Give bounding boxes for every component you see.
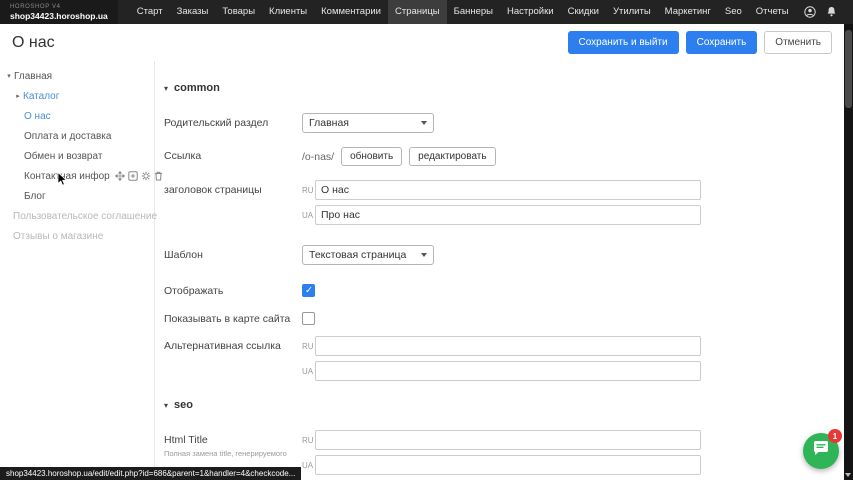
page-header: О нас Сохранить и выйти Сохранить Отмени… xyxy=(0,24,844,61)
sidebar-item-store-reviews[interactable]: Отзывы о магазине xyxy=(0,226,154,246)
field-label: Родительский раздел xyxy=(164,113,302,129)
sidebar-item-payment-delivery[interactable]: Оплата и доставка xyxy=(0,126,154,146)
chevron-right-icon[interactable]: ▸ xyxy=(13,92,23,100)
header-buttons: Сохранить и выйти Сохранить Отменить xyxy=(568,31,833,54)
chevron-down-icon: ▾ xyxy=(164,84,168,93)
scrollbar-thumb[interactable] xyxy=(845,30,852,108)
cancel-button[interactable]: Отменить xyxy=(764,31,832,54)
menu-item-settings[interactable]: Настройки xyxy=(500,0,561,24)
save-button[interactable]: Сохранить xyxy=(686,31,758,54)
chevron-down-icon: ▾ xyxy=(164,401,168,410)
sidebar-item-blog[interactable]: Блог xyxy=(0,186,154,206)
logo[interactable]: HOROSHOP V4 shop34423.horoshop.ua xyxy=(0,0,118,24)
pages-tree-sidebar: ▾ Главная ▸ Каталог О нас Оплата и доста… xyxy=(0,61,155,467)
lang-label-ua: UA xyxy=(302,211,315,220)
topbar: HOROSHOP V4 shop34423.horoshop.ua Старт … xyxy=(0,0,853,24)
field-link: Ссылка /o-nas/ обновить редактировать xyxy=(164,146,844,168)
scrollbar-down-arrow-icon[interactable] xyxy=(845,473,851,477)
alt-link-ru-input[interactable] xyxy=(315,336,701,356)
save-and-exit-button[interactable]: Сохранить и выйти xyxy=(568,31,679,54)
section-common-toggle[interactable]: ▾ common xyxy=(164,81,844,95)
chat-unread-badge: 1 xyxy=(828,429,842,443)
chevron-down-icon xyxy=(421,121,427,125)
chevron-down-icon[interactable]: ▾ xyxy=(4,72,14,80)
template-select[interactable]: Текстовая страница xyxy=(302,245,434,265)
lang-label-ru: RU xyxy=(302,186,315,195)
menu-item-reports[interactable]: Отчеты xyxy=(749,0,796,24)
menu-item-marketing[interactable]: Маркетинг xyxy=(658,0,718,24)
section-seo-toggle[interactable]: ▾ seo xyxy=(164,398,844,412)
page-title-ua-input[interactable] xyxy=(315,205,701,225)
chevron-down-icon xyxy=(421,253,427,257)
field-label: Отображать xyxy=(164,281,302,297)
sitemap-checkbox[interactable] xyxy=(302,312,315,325)
link-value: /o-nas/ xyxy=(302,151,334,163)
menu-item-banners[interactable]: Баннеры xyxy=(447,0,500,24)
settings-gear-icon[interactable] xyxy=(141,171,151,181)
notifications-bell-icon[interactable] xyxy=(825,6,837,18)
menu-item-start[interactable]: Старт xyxy=(130,0,170,24)
lang-label-ru: RU xyxy=(302,436,315,445)
topbar-actions xyxy=(804,6,853,18)
add-subpage-icon[interactable] xyxy=(128,171,138,181)
move-icon[interactable] xyxy=(115,171,125,181)
chat-bubble-icon xyxy=(812,440,830,462)
lang-label-ua: UA xyxy=(302,367,315,376)
browser-status-url: shop34423.horoshop.ua/edit/edit.php?id=6… xyxy=(0,467,301,480)
menu-item-comments[interactable]: Комментарии xyxy=(314,0,388,24)
field-label: Шаблон xyxy=(164,245,302,261)
html-title-ua-input[interactable] xyxy=(315,455,701,475)
sidebar-item-catalog[interactable]: ▸ Каталог xyxy=(0,86,154,106)
lang-label-ua: UA xyxy=(302,461,315,470)
menu-item-discounts[interactable]: Скидки xyxy=(561,0,606,24)
display-checkbox[interactable] xyxy=(302,284,315,297)
field-parent-section: Родительский раздел Главная xyxy=(164,113,844,133)
logo-version: HOROSHOP V4 xyxy=(10,4,108,11)
field-alt-link: Альтернативная ссылка RU UA xyxy=(164,336,844,386)
logo-domain: shop34423.horoshop.ua xyxy=(10,11,108,21)
field-display: Отображать xyxy=(164,281,844,297)
page-title-ru-input[interactable] xyxy=(315,180,701,200)
menu-item-orders[interactable]: Заказы xyxy=(170,0,216,24)
menu-item-utilities[interactable]: Утилиты xyxy=(606,0,658,24)
refresh-link-button[interactable]: обновить xyxy=(341,147,402,166)
tree-item-actions xyxy=(115,171,163,181)
account-icon[interactable] xyxy=(804,6,816,18)
field-sitemap: Показывать в карте сайта xyxy=(164,309,844,325)
field-hint: Полная замена title, генерируемого xyxy=(164,449,302,458)
sidebar-item-contacts[interactable]: Контактная инфор xyxy=(0,166,154,186)
html-title-ru-input[interactable] xyxy=(315,430,701,450)
field-label: Html Title Полная замена title, генериру… xyxy=(164,430,302,458)
delete-trash-icon[interactable] xyxy=(154,171,163,181)
parent-section-select[interactable]: Главная xyxy=(302,113,434,133)
menu-item-pages[interactable]: Страницы xyxy=(388,0,447,24)
menu-item-clients[interactable]: Клиенты xyxy=(262,0,314,24)
vertical-scrollbar[interactable] xyxy=(844,24,853,480)
field-label: заголовок страницы xyxy=(164,180,302,196)
lang-label-ru: RU xyxy=(302,342,315,351)
sidebar-item-user-agreement[interactable]: Пользовательское соглашение xyxy=(0,206,154,226)
sidebar-item-about[interactable]: О нас xyxy=(0,106,154,126)
field-label: Ссылка xyxy=(164,146,302,162)
field-label: Альтернативная ссылка xyxy=(164,336,302,352)
page-edit-form: ▾ common Родительский раздел Главная Ссы… xyxy=(156,61,844,480)
field-template: Шаблон Текстовая страница xyxy=(164,245,844,265)
sidebar-item-home[interactable]: ▾ Главная xyxy=(0,66,154,86)
field-page-title: заголовок страницы RU UA xyxy=(164,180,844,230)
chat-launcher-button[interactable]: 1 xyxy=(803,433,839,469)
sidebar-item-exchange-return[interactable]: Обмен и возврат xyxy=(0,146,154,166)
menu-item-seo[interactable]: Seo xyxy=(718,0,749,24)
main-menu: Старт Заказы Товары Клиенты Комментарии … xyxy=(130,0,796,24)
alt-link-ua-input[interactable] xyxy=(315,361,701,381)
menu-item-products[interactable]: Товары xyxy=(215,0,262,24)
field-label: Показывать в карте сайта xyxy=(164,309,302,325)
edit-link-button[interactable]: редактировать xyxy=(409,147,495,166)
page-title: О нас xyxy=(12,34,55,52)
